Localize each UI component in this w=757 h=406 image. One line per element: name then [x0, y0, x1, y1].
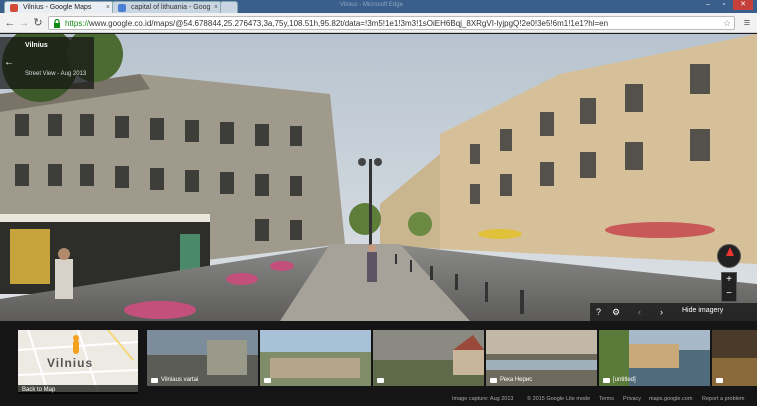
imagery-control-bar: ? ⚙ ‹ › Hide imagery [590, 303, 757, 321]
imagery-filmstrip: Vilnius Back to Map Vilniaus vartai Река… [0, 321, 757, 396]
camera-icon [151, 377, 158, 383]
tab-vilnius-maps[interactable]: Vilnius - Google Maps × [4, 1, 114, 13]
lock-icon [54, 19, 60, 28]
window-controls: – ▫ ✕ [701, 0, 753, 12]
tab-title: Vilnius - Google Maps [23, 4, 92, 11]
previous-arrow-icon[interactable]: ‹ [638, 306, 641, 318]
tab-strip: Vilnius - Google Maps × capital of lithu… [0, 0, 757, 13]
new-tab-button[interactable] [220, 1, 238, 13]
thumbnail-photo[interactable]: [untitled] [599, 330, 710, 386]
camera-icon [264, 378, 271, 383]
lite-mode-link[interactable]: Lite mode [566, 396, 590, 402]
back-button[interactable]: ← [3, 16, 17, 30]
browser-toolbar: ← → ↻ https://www.google.co.id/maps/@54.… [0, 13, 757, 33]
thumbnail-image [260, 330, 371, 386]
thumbnail-photo[interactable]: Vilniaus vartai [147, 330, 258, 386]
thumbnail-photo[interactable]: Река Нерис [486, 330, 597, 386]
window-title: Vilnius - Microsoft Edge [340, 2, 403, 8]
tab-title: capital of lithuania - Goog [131, 4, 211, 11]
address-bar[interactable]: https://www.google.co.id/maps/@54.678844… [48, 16, 735, 30]
thumbnail-photo[interactable] [373, 330, 484, 386]
thumbnail-caption [716, 378, 726, 383]
maps-footer: Image capture: Aug 2013 © 2015 Google Li… [0, 394, 757, 406]
camera-icon [603, 377, 610, 383]
help-icon[interactable]: ? [596, 306, 601, 318]
hide-imagery-button[interactable]: Hide imagery [682, 307, 723, 314]
tab-google-search[interactable]: capital of lithuania - Goog × [112, 1, 222, 13]
minimize-button[interactable]: – [701, 0, 715, 10]
thumbnail-caption [264, 378, 274, 383]
thumbnail-caption: Река Нерис [490, 377, 532, 383]
capture-date: Street View - Aug 2013 [25, 71, 87, 77]
next-arrow-icon[interactable]: › [660, 306, 663, 318]
camera-icon [377, 378, 384, 383]
maps-site-link[interactable]: maps.google.com [649, 396, 692, 402]
browser-window: Vilnius - Google Maps × capital of lithu… [0, 0, 757, 406]
camera-icon [716, 378, 723, 383]
compass-needle-icon [726, 247, 734, 256]
thumbnail-label: Vilniaus vartai [161, 377, 199, 383]
google-maps-favicon-icon [10, 4, 18, 12]
thumbnail-label: [untitled] [613, 377, 636, 383]
copyright-text: © 2015 Google [527, 396, 565, 402]
privacy-link[interactable]: Privacy [623, 396, 641, 402]
reload-button[interactable]: ↻ [31, 16, 45, 30]
google-search-favicon-icon [118, 4, 126, 12]
thumbnail-caption: [untitled] [603, 377, 636, 383]
image-capture-text: Image capture: Aug 2013 [452, 396, 514, 402]
report-problem-link[interactable]: Report a problem [702, 396, 745, 402]
location-title: Vilnius [25, 42, 48, 49]
thumbnail-label: Река Нерис [500, 377, 533, 383]
zoom-out-button[interactable]: − [722, 287, 736, 301]
thumbnail-photo[interactable] [712, 330, 757, 386]
zoom-in-button[interactable]: + [722, 273, 736, 287]
thumbnail-image [373, 330, 484, 386]
bookmark-star-icon[interactable]: ☆ [723, 17, 731, 30]
thumbnail-caption: Vilniaus vartai [151, 377, 198, 383]
street-view-image [0, 34, 757, 321]
zoom-control: + − [721, 272, 737, 302]
url-path: www.google.co.id/maps/@54.678844,25.2764… [89, 19, 609, 28]
thumbnail-caption [377, 378, 387, 383]
chrome-menu-icon[interactable]: ≡ [741, 16, 753, 30]
street-view-panorama[interactable] [0, 34, 757, 321]
close-tab-icon[interactable]: × [106, 2, 110, 13]
mini-map[interactable]: Vilnius [18, 330, 138, 392]
maximize-button[interactable]: ▫ [717, 0, 731, 10]
url-text: https://www.google.co.id/maps/@54.678844… [65, 17, 608, 30]
forward-button[interactable]: → [17, 16, 31, 30]
close-window-button[interactable]: ✕ [733, 0, 753, 10]
camera-icon [490, 377, 497, 383]
thumbnail-photo[interactable] [260, 330, 371, 386]
settings-gear-icon[interactable]: ⚙ [612, 306, 620, 318]
url-scheme: https:// [65, 19, 90, 28]
terms-link[interactable]: Terms [599, 396, 614, 402]
back-arrow-icon[interactable]: ← [4, 57, 14, 68]
close-tab-icon[interactable]: × [214, 2, 218, 13]
location-info-card: ← Vilnius Street View - Aug 2013 [0, 37, 94, 89]
mini-map-city-label: Vilnius [47, 356, 94, 370]
compass-icon[interactable] [717, 244, 741, 268]
